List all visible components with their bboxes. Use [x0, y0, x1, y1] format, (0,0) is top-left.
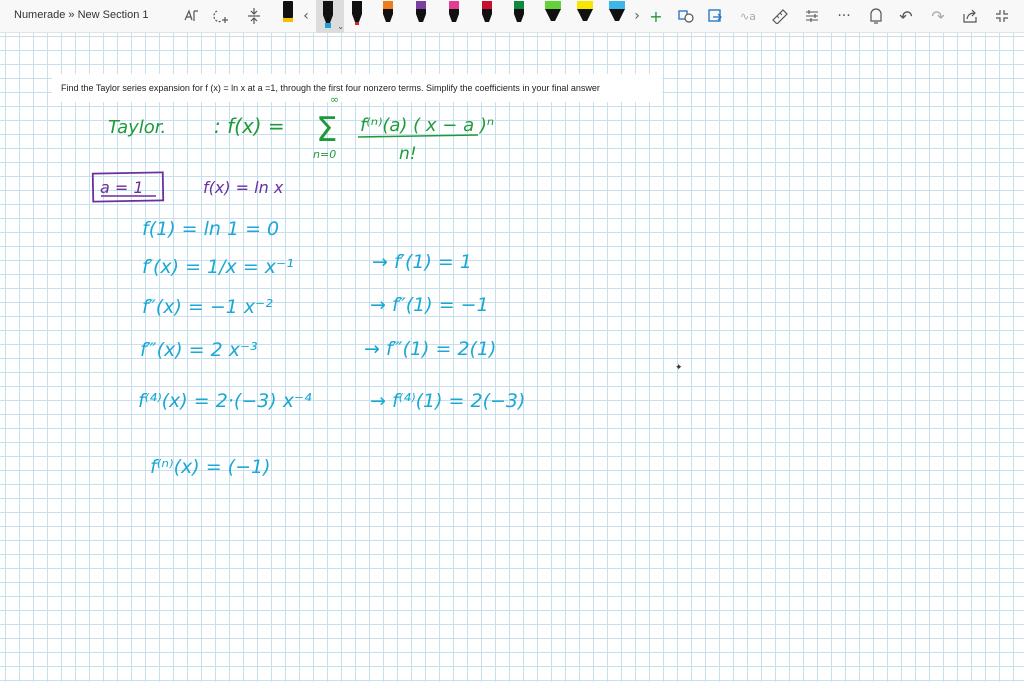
- ink-to-shape-icon[interactable]: [676, 6, 696, 26]
- sum-upper: ∞: [330, 93, 339, 106]
- numerator: f⁽ⁿ⁾(a) ( x − a )ⁿ: [360, 115, 494, 136]
- replay-icon[interactable]: [866, 6, 886, 26]
- chevron-down-icon[interactable]: ⌄: [337, 22, 344, 31]
- pen-active-cyan[interactable]: ⌄: [316, 0, 344, 33]
- sum-lower: n=0: [313, 148, 336, 161]
- grid-canvas[interactable]: Find the Taylor series expansion for f (…: [0, 33, 1024, 682]
- chevron-right-icon[interactable]: ›: [630, 6, 644, 26]
- line-0-left: f(1) = ln 1 = 0: [142, 218, 279, 240]
- pen-cursor-icon: ✦: [675, 363, 683, 373]
- add-pen-icon[interactable]: +: [646, 6, 666, 26]
- ruler-icon[interactable]: [770, 6, 790, 26]
- pen-orange[interactable]: [377, 0, 399, 33]
- line-3-right: → f‴(1) = 2(1): [364, 338, 496, 360]
- highlighter-green[interactable]: [540, 0, 562, 33]
- line-1-left: f′(x) = 1/x = x⁻¹: [142, 256, 294, 278]
- pen-crimson[interactable]: [476, 0, 498, 33]
- ink-to-text-icon[interactable]: [706, 6, 726, 26]
- pen-green[interactable]: [508, 0, 530, 33]
- lasso-select-icon[interactable]: [182, 6, 202, 26]
- line-2-right: → f″(1) = −1: [370, 294, 489, 316]
- breadcrumb[interactable]: Numerade » New Section 1: [14, 9, 149, 21]
- a-box-text: a = 1: [100, 178, 144, 197]
- highlighter-yellow[interactable]: [572, 0, 594, 33]
- undo-icon[interactable]: ↶: [896, 6, 916, 26]
- taylor-formula-lhs: : f(x) =: [214, 114, 285, 138]
- pen-pink[interactable]: [443, 0, 465, 33]
- share-icon[interactable]: [960, 6, 980, 26]
- fullscreen-icon[interactable]: [992, 6, 1012, 26]
- highlighter-cyan[interactable]: [604, 0, 626, 33]
- redo-icon[interactable]: ↷: [928, 6, 948, 26]
- pen-red[interactable]: [346, 0, 368, 33]
- ink-to-math-icon[interactable]: ∿a: [738, 6, 758, 26]
- ribbon-toolbar: Numerade » New Section 1 ‹ ⌄ › + ∿a ··· …: [0, 0, 1024, 33]
- more-pens-icon[interactable]: [802, 6, 822, 26]
- sigma-symbol: Σ: [316, 110, 337, 150]
- pen-black-yellow[interactable]: [277, 0, 299, 33]
- chevron-left-icon[interactable]: ‹: [299, 6, 313, 26]
- line-1-right: → f′(1) = 1: [372, 251, 472, 273]
- more-icon[interactable]: ···: [834, 6, 854, 26]
- f-definition: f(x) = ln x: [203, 178, 284, 197]
- line-2-left: f″(x) = −1 x⁻²: [142, 296, 273, 318]
- line-3-left: f‴(x) = 2 x⁻³: [140, 339, 258, 361]
- line-4-right: → f⁽⁴⁾(1) = 2(−3): [370, 390, 525, 412]
- taylor-label: Taylor.: [108, 117, 166, 138]
- add-space-icon[interactable]: [212, 6, 232, 26]
- line-4-left: f⁽⁴⁾(x) = 2·(−3) x⁻⁴: [138, 390, 312, 412]
- line-5-left: f⁽ⁿ⁾(x) = (−1): [150, 456, 271, 478]
- denominator: n!: [399, 144, 417, 164]
- handwriting-layer: Taylor. : f(x) = Σ ∞ n=0 f⁽ⁿ⁾(a) ( x − a…: [91, 93, 525, 478]
- insert-space-icon[interactable]: [244, 6, 264, 26]
- pen-purple[interactable]: [410, 0, 432, 33]
